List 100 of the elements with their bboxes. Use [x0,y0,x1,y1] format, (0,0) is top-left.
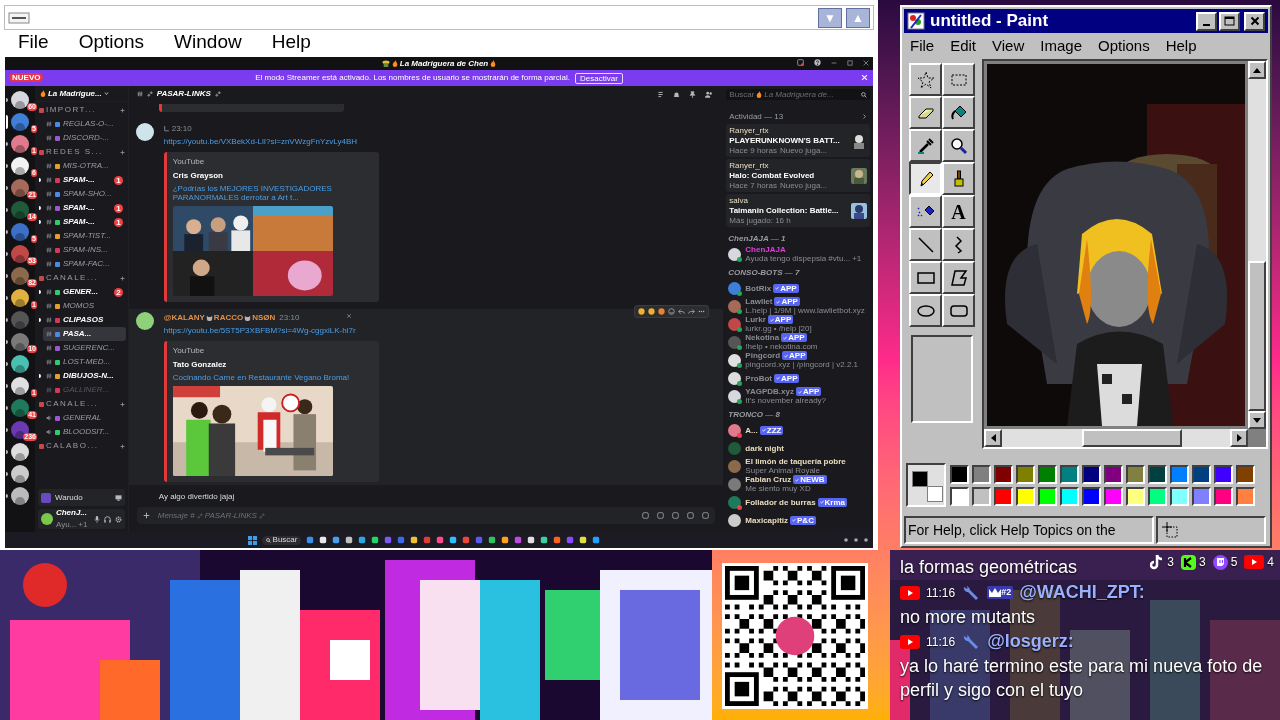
menu-item[interactable]: Help [265,27,317,58]
new-badge: NUEVO [9,73,44,82]
member-status: L.help | 1/9M | www.lawlietbot.xyz [745,306,865,315]
chat-message: la formas geométricas [900,556,1078,579]
member-name[interactable]: BotRix [745,283,772,293]
timestamp: 23:10 [171,123,192,135]
category-label[interactable]: CANALE... [45,272,99,284]
username[interactable]: NSØN [252,312,276,324]
text-tool-button[interactable]: A [942,195,975,228]
channel-item[interactable]: SPAM-SHO... [42,187,126,201]
channel-item[interactable]: SPAM-TIST... [42,229,126,243]
member-name[interactable]: Maxicapitiz [745,515,789,525]
status-text: For Help, click Help Topics on the [908,520,1116,540]
server-name[interactable]: La Madrigue... [47,87,102,100]
activity-card[interactable]: Ranyer_rtx Halo: Combat Evolved Hace 7 horas Nuevo juga... [726,159,870,192]
username[interactable]: ChenJ... [55,507,88,519]
channel-item[interactable]: SPAM-... 1 [42,215,126,229]
channel-item[interactable]: DISCORD-... [42,131,126,145]
menu-item[interactable]: Options [72,27,151,58]
app-tag: NEWB [793,475,827,484]
menu-item[interactable]: Image [1040,34,1082,58]
channel-item[interactable]: BLOODSIT... [42,425,126,439]
category-label[interactable]: CALABO... [45,440,99,452]
user-extra: +1 [78,519,88,531]
timestamp: 11:16 [926,584,956,602]
channel-item[interactable]: SPAM-... 1 [42,201,126,215]
channel-item[interactable]: LOST-MED... [42,355,126,369]
link[interactable]: https://youtu.be/VXBekXd-LlI?si=znVWzgFnYzvLy4BH [163,136,379,148]
member-status: It's november already? [745,396,827,405]
menu-item[interactable]: Window [168,27,248,58]
app-tag: APP [795,387,822,396]
activity-game: Taimanin Collection: Battle... [729,206,839,215]
category-label[interactable]: CANALE... [45,398,99,410]
activity-note: Nuevo juga... [779,146,828,155]
channel-item[interactable]: GENER... 2 [42,285,126,299]
member-name[interactable]: Nekotina [745,333,780,342]
chat-username[interactable]: @WACHI_ZPT: [1019,579,1145,606]
app-tag: APP [781,333,807,342]
chat-username[interactable]: @losgerz: [987,628,1074,655]
unread-badge: 1 [114,217,123,227]
search-field[interactable]: Buscar La Madriguera de... [726,89,870,100]
member-name[interactable]: El limón de taquería pobre [745,457,846,466]
member-name[interactable]: ChenJAJA [745,245,786,254]
app-tag: APP [767,315,794,324]
section-header: Actividad — 13 [729,112,784,121]
activity-user: Ranyer_rtx [729,126,770,135]
channel-item[interactable]: SPAM-INS... [42,243,126,257]
channel-item[interactable]: MIS-OTRA... [42,159,126,173]
channel-item[interactable]: REGLAS-O-... [42,117,126,131]
viewer-count: 5 [1230,554,1238,571]
username[interactable]: RACCO [213,312,244,324]
username[interactable]: @KALANY [163,312,205,324]
member-name[interactable]: YAGPDB.xyz [745,387,794,396]
deactivate-button[interactable]: Desactivar [575,72,623,84]
member-name[interactable]: dark night [745,443,784,453]
category-label[interactable]: REDES S... [45,146,103,158]
channel-item[interactable]: MOMOS [42,299,126,313]
unread-badge: 1 [114,203,123,213]
embed-provider: YouTube [172,345,206,357]
member-name[interactable]: Lawliet [745,297,773,306]
embed-author[interactable]: Cris Grayson [172,170,373,182]
channel-item[interactable]: SPAM-FAC... [42,257,126,271]
channel-item[interactable]: CLIPASOS [42,313,126,327]
menu-item[interactable]: Help [1165,34,1197,58]
menu-item[interactable]: File [12,27,55,58]
timestamp: 23:10 [279,312,300,324]
app-tag: Krma [817,497,848,507]
embed-title[interactable]: ¿Podrías los MEJORES INVESTIGADORES PARANORMALES derrotar a Art t... [172,184,373,202]
menu-item[interactable]: View [992,34,1025,58]
embed-title[interactable]: Cocinando Carne en Restaurante Vegano Broma! [172,373,373,382]
category-label[interactable]: IMPORT... [45,104,97,116]
activity-time: Más jugado: 16 h [729,216,791,225]
member-name[interactable]: Pingcord [745,351,780,360]
member-name[interactable]: A... [745,425,758,435]
channel-item[interactable]: DIBUJOS-N... [42,369,126,383]
link[interactable]: https://youtu.be/5ST5P3XBFBM?si=4Wg-cggxiLK-hi7r [163,325,379,337]
member-name[interactable]: ProBot [745,373,772,383]
member-status: Me siento muy XD [745,484,811,493]
channel-item[interactable]: PASA... [42,327,126,341]
activity-card[interactable]: salva Taimanin Collection: Battle... Más jugado: 16 h [726,194,870,227]
member-name[interactable]: Lurkr [745,315,766,324]
member-name[interactable]: Follador de burras [745,497,816,507]
app-tag: APP [782,351,808,360]
viewer-count: 3 [1167,554,1174,571]
viewer-count: 3 [1198,554,1206,571]
menu-item[interactable]: Edit [950,34,977,58]
embed-author[interactable]: Tato Gonzalez [172,359,373,371]
app-tag: P&C [790,515,816,525]
channel-item[interactable]: SPAM-... 1 [42,173,126,187]
channel-item[interactable]: GENERAL [42,411,126,425]
channel-item[interactable]: SUGERENC... [42,341,126,355]
activity-card[interactable]: Ranyer_rtx PLAYERUNKNOWN'S BATT... Hace 9 horas Nuevo juga... [726,124,870,157]
taskbar-search[interactable]: Buscar [261,535,302,545]
menu-item[interactable]: Options [1098,34,1150,58]
member-name[interactable]: Fabian Cruz [745,475,792,484]
role-header: ChenJAJA — 1 [727,234,787,243]
embed-provider: YouTube [172,156,206,168]
channel-title: PASAR-LINKS [156,88,211,100]
member-status: lurkr.gg • /help [20] [745,324,812,333]
menu-item[interactable]: File [910,34,935,58]
